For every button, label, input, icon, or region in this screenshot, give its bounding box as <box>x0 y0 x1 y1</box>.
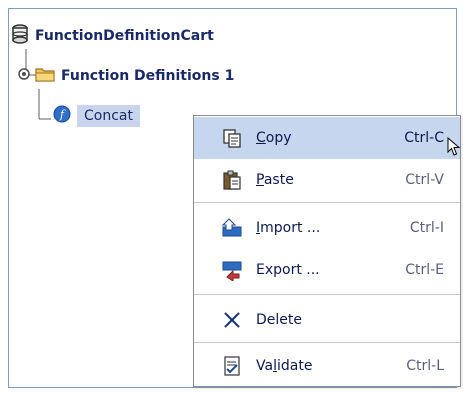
folder-icon <box>35 65 55 87</box>
expand-toggle-icon[interactable] <box>17 67 31 85</box>
menu-separator <box>194 342 460 343</box>
tree-node-folder[interactable]: Function Definitions 1 <box>17 63 234 89</box>
database-icon <box>11 24 29 48</box>
menu-item-export[interactable]: Export ... Ctrl-E <box>194 249 460 291</box>
menu-item-paste-label: Paste <box>256 172 294 188</box>
tree-node-concat[interactable]: f Concat <box>53 103 140 129</box>
tree-folder-label: Function Definitions 1 <box>61 68 235 84</box>
menu-separator <box>194 294 460 295</box>
mouse-pointer-icon <box>447 136 461 161</box>
menu-separator <box>194 202 460 203</box>
menu-item-paste[interactable]: Paste Ctrl-V <box>194 159 460 201</box>
menu-item-validate-label: Validate <box>256 358 313 374</box>
menu-item-import-label: Import ... <box>256 220 321 236</box>
menu-item-import-shortcut: Ctrl-I <box>409 220 444 236</box>
menu-item-delete[interactable]: Delete <box>194 299 460 341</box>
menu-item-delete-label: Delete <box>256 312 302 328</box>
menu-item-export-shortcut: Ctrl-E <box>405 262 444 278</box>
validate-icon <box>220 354 244 378</box>
menu-item-export-label: Export ... <box>256 262 320 278</box>
import-icon <box>220 216 244 240</box>
delete-icon <box>220 308 244 332</box>
menu-item-copy-label: Copy <box>256 130 292 146</box>
export-icon <box>220 258 244 282</box>
menu-item-validate[interactable]: Validate Ctrl-L <box>194 345 460 387</box>
paste-icon <box>220 168 244 192</box>
tree-leaf-label: Concat <box>77 105 140 127</box>
menu-item-validate-shortcut: Ctrl-L <box>406 358 444 374</box>
menu-item-copy[interactable]: Copy Ctrl-C <box>194 117 460 159</box>
tree-node-root[interactable]: FunctionDefinitionCart <box>11 23 214 49</box>
context-menu: Copy Ctrl-C Paste Ctrl-V Import ... Ctrl… <box>193 115 461 387</box>
function-icon: f <box>53 105 71 127</box>
menu-item-import[interactable]: Import ... Ctrl-I <box>194 207 460 249</box>
menu-item-copy-shortcut: Ctrl-C <box>404 130 444 146</box>
menu-item-paste-shortcut: Ctrl-V <box>405 172 444 188</box>
tree-root-label: FunctionDefinitionCart <box>35 28 214 44</box>
copy-icon <box>220 126 244 150</box>
